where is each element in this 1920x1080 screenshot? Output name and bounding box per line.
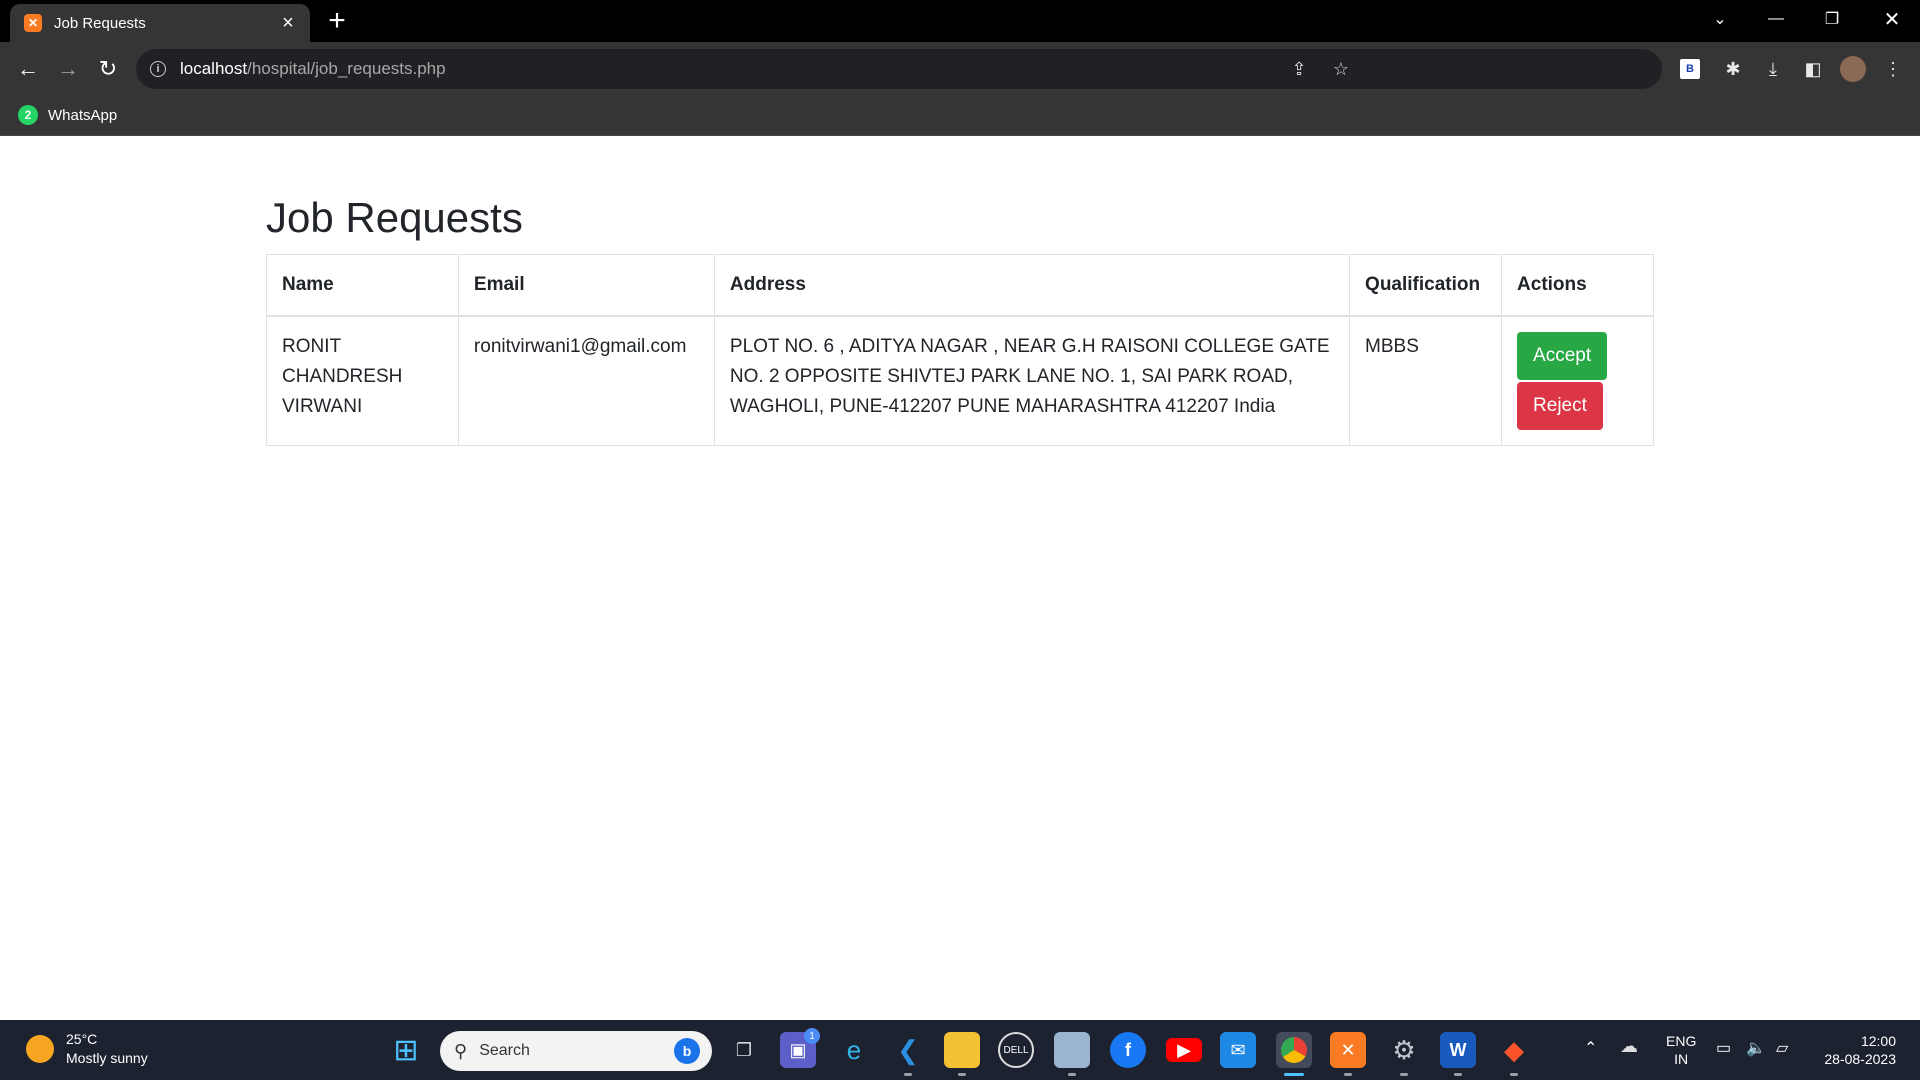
header-qualification: Qualification (1349, 254, 1503, 317)
tab-close-icon[interactable]: × (276, 13, 300, 33)
profile-avatar[interactable] (1840, 56, 1866, 82)
cell-address: PLOT NO. 6 , ADITYA NAGAR , NEAR G.H RAI… (713, 315, 1351, 446)
teams-badge: 1 (804, 1028, 820, 1044)
running-indicator (1454, 1073, 1462, 1076)
forward-button[interactable]: → (54, 55, 82, 83)
bookmark-whatsapp[interactable]: 2 WhatsApp (18, 105, 117, 125)
photos-icon[interactable] (1054, 1032, 1090, 1068)
running-indicator (904, 1073, 912, 1076)
reload-button[interactable]: ↻ (94, 55, 122, 83)
header-email: Email (457, 254, 715, 317)
clock-date: 28-08-2023 (1824, 1051, 1896, 1067)
weather-condition: Mostly sunny (66, 1050, 148, 1066)
header-actions: Actions (1501, 254, 1654, 317)
url-text: localhost/hospital/job_requests.php (180, 59, 446, 79)
running-indicator (1400, 1073, 1408, 1076)
running-indicator (958, 1073, 966, 1076)
weather-widget[interactable]: 25°C Mostly sunny (26, 1030, 148, 1068)
bing-icon[interactable]: b (674, 1038, 700, 1064)
new-tab-button[interactable]: + (322, 6, 352, 36)
page-content: Job Requests Name Email Address Qualific… (0, 136, 1920, 1020)
language-indicator[interactable]: ENG IN (1666, 1032, 1696, 1068)
clock[interactable]: 12:00 28-08-2023 (1816, 1032, 1896, 1068)
mail-icon[interactable]: ✉ (1220, 1032, 1256, 1068)
youtube-icon[interactable]: ▶ (1166, 1038, 1202, 1062)
cell-name: RONIT CHANDRESH VIRWANI (266, 315, 459, 446)
sun-cloud-icon (26, 1035, 54, 1063)
tab-search-icon[interactable]: ⌄ (1692, 0, 1748, 38)
tab-strip: ✕ Job Requests × + ⌄ — ❐ ✕ (0, 0, 1920, 42)
cell-actions: Accept Reject (1501, 315, 1654, 446)
vscode-icon[interactable]: ❮ (890, 1032, 926, 1068)
battery-icon[interactable]: ▱ (1776, 1038, 1788, 1058)
running-indicator-active (1284, 1073, 1304, 1076)
volume-icon[interactable]: 🔈 (1746, 1038, 1766, 1058)
accept-button[interactable]: Accept (1517, 332, 1608, 380)
url-host: localhost (180, 59, 248, 78)
running-indicator (1510, 1073, 1518, 1076)
cell-qualification: MBBS (1349, 315, 1503, 446)
network-icon[interactable]: ▭ (1716, 1038, 1731, 1058)
whatsapp-icon: 2 (18, 105, 38, 125)
close-window-button[interactable]: ✕ (1864, 0, 1920, 38)
side-panel-icon[interactable]: ◧ (1800, 56, 1826, 82)
header-name: Name (266, 254, 459, 317)
weather-text: 25°C Mostly sunny (66, 1030, 148, 1068)
browser-toolbar: ← → ↻ i localhost/hospital/job_requests.… (0, 42, 1920, 96)
temperature: 25°C (66, 1031, 98, 1047)
clock-time: 12:00 (1860, 1033, 1896, 1049)
tab-job-requests[interactable]: ✕ Job Requests × (10, 4, 310, 42)
restore-button[interactable]: ❐ (1804, 0, 1860, 38)
brave-icon[interactable]: ◆ (1496, 1032, 1532, 1068)
minimize-button[interactable]: — (1748, 0, 1804, 38)
table-row: RONIT CHANDRESH VIRWANI ronitvirwani1@gm… (266, 315, 1654, 446)
cell-email: ronitvirwani1@gmail.com (457, 315, 715, 446)
back-button[interactable]: ← (14, 55, 42, 83)
download-icon[interactable]: ⤓ (1760, 56, 1786, 82)
task-view-icon[interactable]: ❐ (726, 1032, 762, 1068)
bookmark-star-icon[interactable]: ☆ (1330, 59, 1352, 80)
windows-start-icon[interactable]: ⊞ (388, 1032, 424, 1068)
taskbar-search[interactable]: ⚲ Search b (440, 1031, 712, 1071)
main-container: Job Requests Name Email Address Qualific… (266, 194, 1654, 446)
show-hidden-icons-chevron-icon[interactable]: ⌃ (1584, 1038, 1597, 1058)
header-address: Address (713, 254, 1351, 317)
bookmark-label: WhatsApp (48, 106, 118, 124)
share-icon[interactable]: ⇪ (1288, 59, 1310, 80)
page-title: Job Requests (266, 194, 523, 241)
chrome-icon[interactable] (1276, 1032, 1312, 1068)
search-placeholder: Search (479, 1042, 530, 1059)
running-indicator (1068, 1073, 1076, 1076)
edge-icon[interactable]: e (836, 1032, 872, 1068)
file-explorer-icon[interactable] (944, 1032, 980, 1068)
xampp-icon[interactable]: ✕ (1330, 1032, 1366, 1068)
word-icon[interactable]: W (1440, 1032, 1476, 1068)
extension-b-icon[interactable]: B (1680, 59, 1700, 79)
windows-taskbar: 25°C Mostly sunny ⊞ ⚲ Search b ❐ ▣ 1 e ❮… (0, 1020, 1920, 1080)
tab-title: Job Requests (54, 14, 146, 32)
site-info-icon[interactable]: i (150, 61, 166, 77)
job-requests-table: Name Email Address Qualification Actions… (266, 254, 1654, 446)
menu-kebab-icon[interactable]: ⋮ (1880, 56, 1906, 82)
running-indicator (1344, 1073, 1352, 1076)
lang-line1: ENG (1666, 1033, 1697, 1049)
bookmarks-bar: 2 WhatsApp (0, 96, 1920, 136)
onedrive-cloud-icon[interactable]: ☁ (1620, 1036, 1638, 1057)
url-path: /hospital/job_requests.php (247, 59, 446, 78)
settings-gear-icon[interactable]: ⚙ (1386, 1032, 1422, 1068)
facebook-icon[interactable]: f (1110, 1032, 1146, 1068)
address-bar[interactable]: i localhost/hospital/job_requests.php ⇪ … (136, 49, 1662, 89)
xampp-favicon-icon: ✕ (24, 14, 42, 32)
lang-line2: IN (1674, 1051, 1689, 1067)
search-icon: ⚲ (454, 1040, 468, 1061)
table-header-row: Name Email Address Qualification Actions (266, 254, 1654, 317)
extensions-puzzle-icon[interactable]: ✱ (1720, 56, 1746, 82)
dell-icon[interactable]: DELL (998, 1032, 1034, 1068)
reject-button[interactable]: Reject (1517, 382, 1603, 430)
